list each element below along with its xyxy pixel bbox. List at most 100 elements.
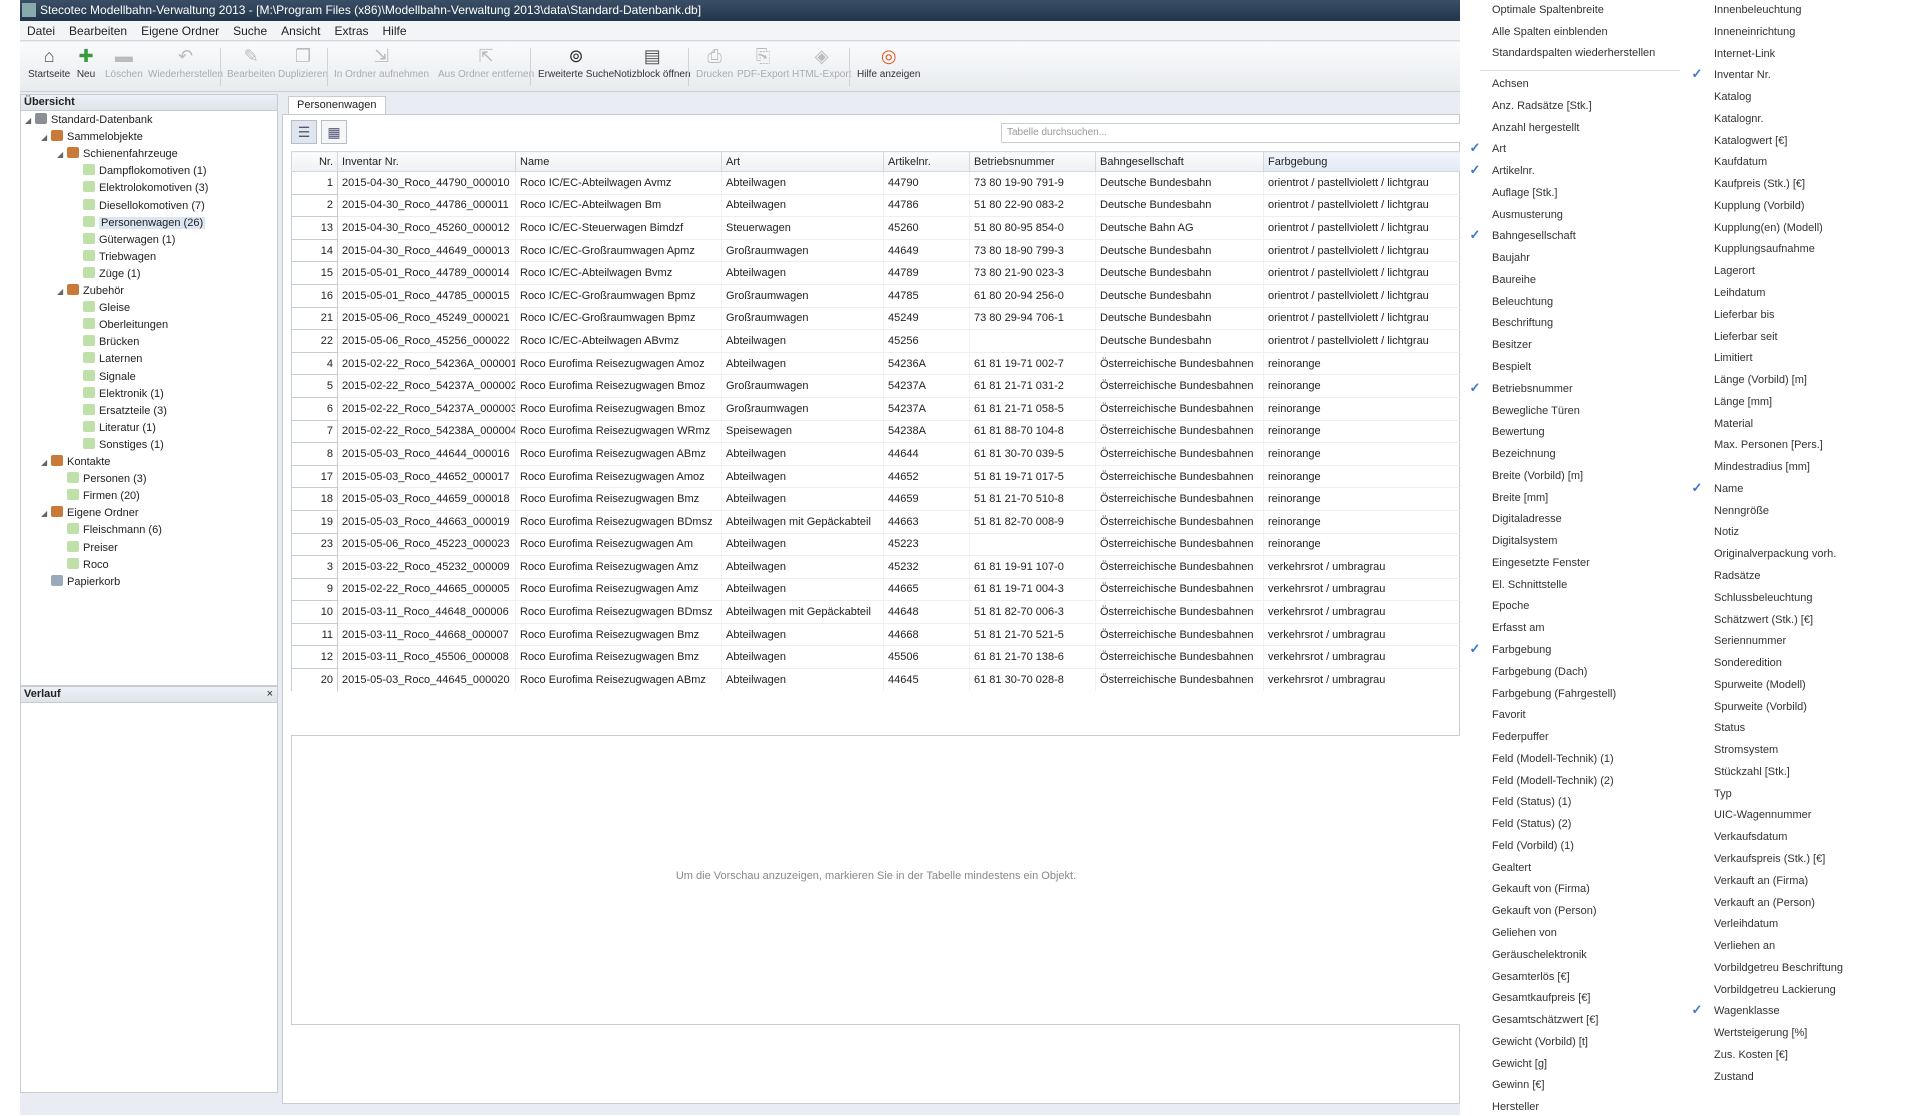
table-row[interactable]: 5 2015-02-22_Roco_54237A_000002 Roco Eurof… xyxy=(291,374,1461,398)
column-toggle-beleuchtung[interactable]: Beleuchtung xyxy=(1492,293,1553,311)
column-toggle-achsen[interactable]: Achsen xyxy=(1492,75,1529,93)
column-header-betriebsnummer[interactable]: Betriebsnummer xyxy=(969,151,1096,172)
column-toggle-feld-vorbild-1[interactable]: Feld (Vorbild) (1) xyxy=(1492,837,1574,855)
column-toggle-geräuschelektronik[interactable]: Geräuschelektronik xyxy=(1492,946,1587,964)
menu-bearbeiten[interactable]: Bearbeiten xyxy=(62,21,134,41)
column-toggle-vorbildgetreu-lackierung[interactable]: Vorbildgetreu Lackierung xyxy=(1714,981,1836,999)
menu-hilfe[interactable]: Hilfe xyxy=(376,21,414,41)
column-toggle-länge-vorbild-m[interactable]: Länge (Vorbild) [m] xyxy=(1714,371,1807,389)
table-row[interactable]: 20 2015-05-03_Roco_44645_000020 Roco Eurof… xyxy=(291,668,1461,691)
column-toggle-material[interactable]: Material xyxy=(1714,415,1753,433)
table-row[interactable]: 22 2015-05-06_Roco_45256_000022 Roco IC/EC… xyxy=(291,329,1461,353)
tree-item-ersatzteile-3[interactable]: Ersatzteile (3) xyxy=(73,403,167,419)
column-toggle-kupplung-en-modell[interactable]: Kupplung(en) (Modell) xyxy=(1714,219,1823,237)
column-header-inventar-nr[interactable]: Inventar Nr. xyxy=(337,151,516,172)
tree-item-sonstiges-1[interactable]: Sonstiges (1) xyxy=(73,437,164,453)
column-header-name[interactable]: Name xyxy=(515,151,722,172)
tree-item-brücken[interactable]: Brücken xyxy=(73,334,139,350)
column-toggle-verkauft-an-firma[interactable]: Verkauft an (Firma) xyxy=(1714,872,1808,890)
column-toggle-auflage-stk[interactable]: Auflage [Stk.] xyxy=(1492,184,1557,202)
tree-item-elektrolokomotiven-3[interactable]: Elektrolokomotiven (3) xyxy=(73,180,208,196)
table-row[interactable]: 6 2015-02-22_Roco_54237A_000003 Roco Eurof… xyxy=(291,396,1461,421)
column-toggle-ausmusterung[interactable]: Ausmusterung xyxy=(1492,206,1563,224)
column-toggle-anz-radsätze-stk[interactable]: Anz. Radsätze [Stk.] xyxy=(1492,97,1592,115)
column-toggle-gewicht-g[interactable]: Gewicht [g] xyxy=(1492,1055,1547,1073)
html-export-button[interactable]: ◈ HTML-Export xyxy=(792,45,851,80)
column-header-artikelnr[interactable]: Artikelnr. xyxy=(883,151,970,172)
table-row[interactable]: 21 2015-05-06_Roco_45249_000021 Roco IC/EC… xyxy=(291,306,1461,331)
column-toggle-schlussbeleuchtung[interactable]: Schlussbeleuchtung xyxy=(1714,589,1812,607)
column-toggle-gewicht-vorbild-t[interactable]: Gewicht (Vorbild) [t] xyxy=(1492,1033,1588,1051)
menu-datei[interactable]: Datei xyxy=(20,21,62,41)
tab-personenwagen[interactable]: Personenwagen xyxy=(288,96,386,114)
collapse-arrow-icon[interactable]: ◢ xyxy=(57,284,67,300)
column-toggle-kupplungsaufnahme[interactable]: Kupplungsaufnahme xyxy=(1714,240,1815,258)
column-toggle-uic-wagennummer[interactable]: UIC-Wagennummer xyxy=(1714,806,1811,824)
column-toggle-stückzahl-stk[interactable]: Stückzahl [Stk.] xyxy=(1714,763,1790,781)
card-view-icon[interactable]: ▦ xyxy=(321,120,347,144)
tree-item-firmen-20[interactable]: Firmen (20) xyxy=(57,488,140,504)
column-toggle-gekauft-von-person[interactable]: Gekauft von (Person) xyxy=(1492,902,1597,920)
column-toggle-limitiert[interactable]: Limitiert xyxy=(1714,349,1753,367)
column-toggle-mindestradius-mm[interactable]: Mindestradius [mm] xyxy=(1714,458,1810,476)
menu-extras[interactable]: Extras xyxy=(328,21,376,41)
column-toggle-name[interactable]: Name xyxy=(1714,480,1743,498)
column-toggle-status[interactable]: Status xyxy=(1714,719,1745,737)
column-toggle-gesamterlös[interactable]: Gesamterlös [€] xyxy=(1492,968,1570,986)
tree-item-sammelobjekte[interactable]: ◢ Sammelobjekte xyxy=(41,129,143,145)
tree-item-schienenfahrzeuge[interactable]: ◢ Schienenfahrzeuge xyxy=(57,146,178,162)
column-toggle-lieferbar-seit[interactable]: Lieferbar seit xyxy=(1714,328,1778,346)
tree-item-preiser[interactable]: Preiser xyxy=(57,540,118,556)
table-row[interactable]: 8 2015-05-03_Roco_44644_000016 Roco Eurofi… xyxy=(291,442,1461,466)
column-toggle-farbgebung[interactable]: Farbgebung xyxy=(1492,641,1551,659)
duplizieren-button[interactable]: ❐ Duplizieren xyxy=(278,45,328,80)
column-toggle-zustand[interactable]: Zustand xyxy=(1714,1068,1754,1086)
column-toggle-seriennummer[interactable]: Seriennummer xyxy=(1714,632,1786,650)
history-close-button[interactable]: × xyxy=(267,687,273,702)
column-toggle-el-schnittstelle[interactable]: El. Schnittstelle xyxy=(1492,576,1567,594)
column-toggle-spurweite-modell[interactable]: Spurweite (Modell) xyxy=(1714,676,1806,694)
column-toggle-eingesetzte-fenster[interactable]: Eingesetzte Fenster xyxy=(1492,554,1590,572)
column-toggle-art[interactable]: Art xyxy=(1492,140,1506,158)
column-toggle-verkaufsdatum[interactable]: Verkaufsdatum xyxy=(1714,828,1787,846)
column-toggle-gealtert[interactable]: Gealtert xyxy=(1492,859,1531,877)
tree-item-fleischmann-6[interactable]: Fleischmann (6) xyxy=(57,522,162,538)
table-row[interactable]: 13 2015-04-30_Roco_45260_000012 Roco IC/EC… xyxy=(291,216,1461,240)
erweiterte-suche-button[interactable]: ⊚ Erweiterte Suche xyxy=(538,45,614,80)
table-row[interactable]: 16 2015-05-01_Roco_44785_000015 Roco IC/EC… xyxy=(291,283,1461,308)
tree-item-dampflokomotiven-1[interactable]: Dampflokomotiven (1) xyxy=(73,163,207,179)
tree-item-zubehör[interactable]: ◢ Zubehör xyxy=(57,283,124,299)
menu-ansicht[interactable]: Ansicht xyxy=(274,21,327,41)
column-toggle-bewegliche-türen[interactable]: Bewegliche Türen xyxy=(1492,402,1580,420)
table-row[interactable]: 7 2015-02-22_Roco_54238A_000004 Roco Eurof… xyxy=(291,419,1461,444)
column-toggle-federpuffer[interactable]: Federpuffer xyxy=(1492,728,1549,746)
column-toggle-feld-status-1[interactable]: Feld (Status) (1) xyxy=(1492,793,1571,811)
column-toggle-artikelnr[interactable]: Artikelnr. xyxy=(1492,162,1535,180)
column-toggle-internet-link[interactable]: Internet-Link xyxy=(1714,45,1775,63)
tree-item-papierkorb[interactable]: Papierkorb xyxy=(41,574,120,590)
tree-item-roco[interactable]: Roco xyxy=(57,557,109,573)
table-row[interactable]: 10 2015-03-11_Roco_44648_000006 Roco Eurof… xyxy=(291,600,1461,624)
wiederherstellen-button[interactable]: ↶ Wiederherstellen xyxy=(148,45,223,80)
tree-item-züge-1[interactable]: Züge (1) xyxy=(73,266,141,282)
column-toggle-erfasst-am[interactable]: Erfasst am xyxy=(1492,619,1545,637)
column-toggle-besitzer[interactable]: Besitzer xyxy=(1492,336,1532,354)
column-toggle-inneneinrichtung[interactable]: Inneneinrichtung xyxy=(1714,23,1795,41)
column-toggle-baureihe[interactable]: Baureihe xyxy=(1492,271,1536,289)
column-toggle-katalogwert[interactable]: Katalogwert [€] xyxy=(1714,132,1787,150)
table-row[interactable]: 1 2015-04-30_Roco_44790_000010 Roco IC/EC-… xyxy=(291,171,1461,195)
neu-button[interactable]: ✚ Neu xyxy=(75,45,97,80)
column-toggle-breite-vorbild-m[interactable]: Breite (Vorbild) [m] xyxy=(1492,467,1583,485)
column-toggle-inventar-nr[interactable]: Inventar Nr. xyxy=(1714,66,1771,84)
collapse-arrow-icon[interactable]: ◢ xyxy=(57,147,67,163)
column-toggle-leihdatum[interactable]: Leihdatum xyxy=(1714,284,1765,302)
bearbeiten-button[interactable]: ✎ Bearbeiten xyxy=(227,45,275,80)
column-toggle-feld-status-2[interactable]: Feld (Status) (2) xyxy=(1492,815,1571,833)
column-toggle-lieferbar-bis[interactable]: Lieferbar bis xyxy=(1714,306,1775,324)
table-row[interactable]: 9 2015-02-22_Roco_44665_000005 Roco Eurofi… xyxy=(291,577,1461,602)
tree-item-personen-3[interactable]: Personen (3) xyxy=(57,471,147,487)
column-toggle-geliehen-von[interactable]: Geliehen von xyxy=(1492,924,1557,942)
tree-item-standard-datenbank[interactable]: ◢ Standard-Datenbank xyxy=(25,112,153,128)
column-toggle-max-personen-pers[interactable]: Max. Personen [Pers.] xyxy=(1714,436,1823,454)
tree-item-signale[interactable]: Signale xyxy=(73,369,136,385)
